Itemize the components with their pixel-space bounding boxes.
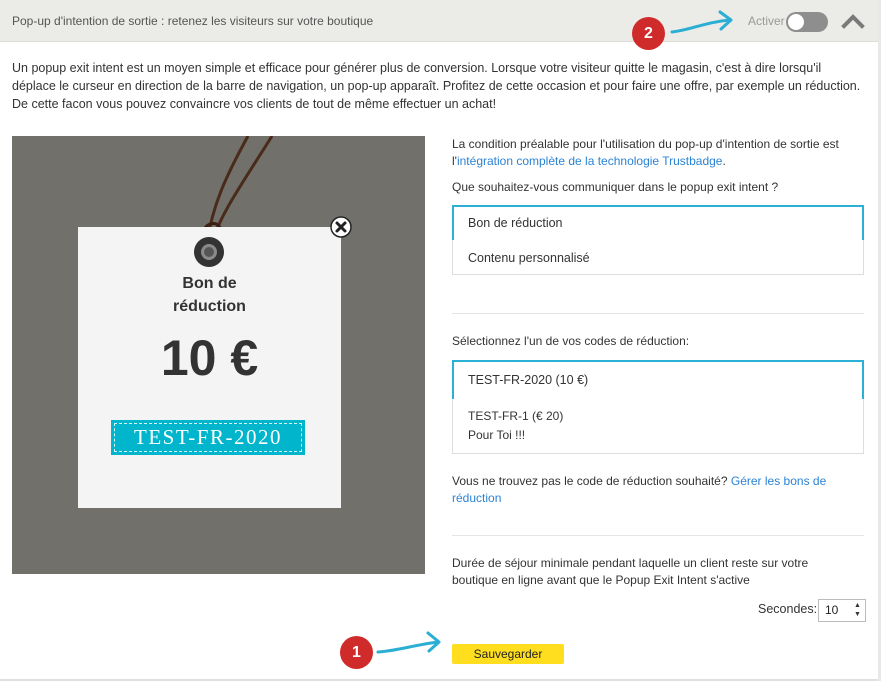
divider [452,535,864,536]
code-option-1[interactable]: TEST-FR-2020 (10 €) [452,360,864,401]
voucher-title-line2: réduction [173,298,246,315]
select-code-label: Sélectionnez l'un de vos codes de réduct… [452,334,690,348]
voucher-card: Bon de réduction 10 € TEST-FR-2020 [78,227,341,508]
stepper-arrows[interactable]: ▲ ▼ [854,601,863,619]
seconds-label: Secondes: [758,602,818,616]
divider [452,313,864,314]
save-button[interactable]: Sauvegarder [452,644,564,664]
option-voucher-label: Bon de réduction [468,216,563,230]
prerequisite-text: La condition préalable pour l'utilisatio… [452,136,864,170]
annotation-badge-2: 2 [632,17,665,50]
voucher-title: Bon de réduction [78,272,341,318]
annotation-arrow-1 [376,631,441,654]
not-found-label: Vous ne trouvez pas le code de réduction… [452,474,731,488]
voucher-title-line1: Bon de [182,275,237,292]
code-option-2-label: TEST-FR-1 (€ 20) [468,409,564,423]
stepper-up-icon[interactable]: ▲ [854,601,863,610]
option-custom-content[interactable]: Contenu personnalisé [452,240,864,275]
toggle-label: Activer [748,14,785,28]
close-icon[interactable] [330,216,352,238]
toggle-knob [788,14,804,30]
prereq-end: . [722,154,726,168]
intro-text: Un popup exit intent est un moyen simple… [12,61,861,111]
option-voucher[interactable]: Bon de réduction [452,205,864,242]
voucher-code: TEST-FR-2020 [111,420,305,455]
annotation-arrow-2 [670,10,733,34]
section-header[interactable]: Pop-up d'intention de sortie : retenez l… [0,0,878,42]
trustbadge-link[interactable]: intégration complète de la technologie T… [457,154,723,168]
code-option-2[interactable]: TEST-FR-1 (€ 20) Pour Toi !!! [452,399,864,454]
code-option-1-label: TEST-FR-2020 (10 €) [468,373,589,387]
tag-eyelet-icon [194,237,224,267]
popup-preview: Bon de réduction 10 € TEST-FR-2020 [12,136,425,574]
activate-toggle[interactable] [786,12,828,32]
option-custom-label: Contenu personnalisé [468,251,590,265]
seconds-stepper[interactable]: 10 ▲ ▼ [818,599,866,622]
stepper-down-icon[interactable]: ▼ [854,610,863,619]
section-title: Pop-up d'intention de sortie : retenez l… [12,14,374,28]
annotation-badge-1: 1 [340,636,373,669]
code-option-2-note: Pour Toi !!! [468,428,526,442]
chevron-up-icon[interactable] [840,10,866,32]
voucher-amount: 10 € [160,330,259,386]
content-question: Que souhaitez-vous communiquer dans le p… [452,180,779,194]
seconds-value: 10 [825,603,839,617]
duration-text: Durée de séjour minimale pendant laquell… [452,556,809,587]
not-found-text: Vous ne trouvez pas le code de réduction… [452,473,852,507]
